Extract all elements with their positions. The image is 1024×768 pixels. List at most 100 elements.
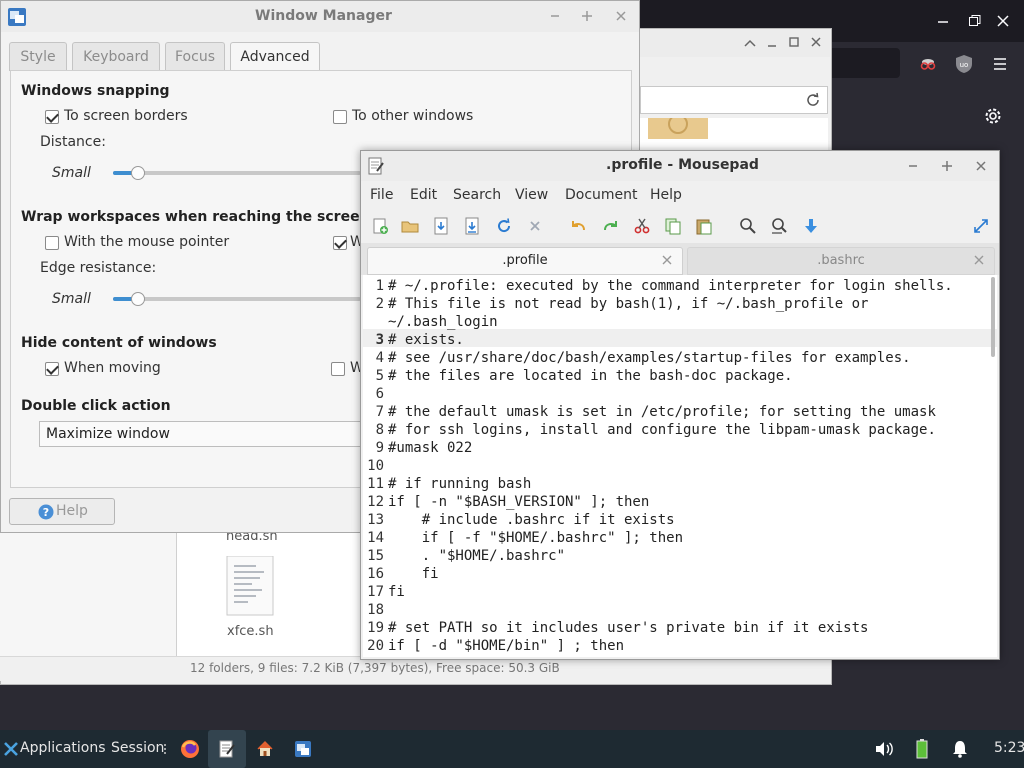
applications-menu-button[interactable]: Applications xyxy=(20,740,106,756)
tab-style[interactable]: Style xyxy=(9,42,67,71)
when-moving-label[interactable]: When moving xyxy=(64,360,161,376)
open-folder-icon[interactable] xyxy=(401,217,419,235)
menu-edit[interactable]: Edit xyxy=(410,187,437,203)
code-line[interactable]: 13 # include .bashrc if it exists xyxy=(363,511,997,529)
volume-icon[interactable] xyxy=(874,741,894,757)
to-other-windows-label[interactable]: To other windows xyxy=(352,108,473,124)
to-other-windows-checkbox[interactable] xyxy=(333,110,347,124)
edge-resistance-slider-handle[interactable] xyxy=(131,292,145,306)
tab-keyboard[interactable]: Keyboard xyxy=(72,42,160,71)
code-line[interactable]: 2 # This file is not read by bash(1), if … xyxy=(363,295,997,313)
code-line[interactable]: 14 if [ -f "$HOME/.bashrc" ]; then xyxy=(363,529,997,547)
mask-icon[interactable] xyxy=(918,54,938,74)
file-name[interactable]: xfce.sh xyxy=(227,624,274,639)
with-mouse-pointer-checkbox[interactable] xyxy=(45,236,59,250)
to-screen-borders-checkbox[interactable] xyxy=(45,110,59,124)
notification-bell-icon[interactable] xyxy=(952,740,968,758)
distance-slider-handle[interactable] xyxy=(131,166,145,180)
to-screen-borders-label[interactable]: To screen borders xyxy=(64,108,188,124)
clock[interactable]: 5:23 xyxy=(994,740,1024,756)
code-line[interactable]: 11 # if running bash xyxy=(363,475,997,493)
maximize-icon[interactable] xyxy=(941,160,953,172)
code-line[interactable]: 19 # set PATH so it includes user's priva… xyxy=(363,619,997,637)
tab-advanced[interactable]: Advanced xyxy=(230,42,320,72)
mousepad-task-button[interactable] xyxy=(208,730,246,768)
menu-search[interactable]: Search xyxy=(453,187,501,203)
save-icon[interactable] xyxy=(432,217,450,235)
code-line[interactable]: 16 fi xyxy=(363,565,997,583)
undo-icon[interactable] xyxy=(570,217,588,235)
tab-profile[interactable]: .profile xyxy=(367,247,683,275)
window-manager-titlebar[interactable]: Window Manager xyxy=(1,1,639,32)
fullscreen-icon[interactable] xyxy=(972,217,990,235)
code-line[interactable]: 3 # exists. xyxy=(363,331,997,349)
battery-icon[interactable] xyxy=(916,739,928,759)
code-line[interactable]: 10 xyxy=(363,457,997,475)
firefox-icon[interactable] xyxy=(180,739,200,759)
close-tab-icon[interactable] xyxy=(662,255,672,265)
mousepad-titlebar[interactable]: .profile - Mousepad xyxy=(361,151,999,181)
with-mouse-pointer-label[interactable]: With the mouse pointer xyxy=(64,234,229,250)
menu-document[interactable]: Document xyxy=(565,187,638,203)
maximize-icon[interactable] xyxy=(581,10,593,22)
find-replace-icon[interactable] xyxy=(770,217,788,235)
folder-icon[interactable] xyxy=(648,118,710,140)
minimize-icon[interactable] xyxy=(744,37,756,49)
code-line[interactable]: 18 xyxy=(363,601,997,619)
minimize-icon[interactable] xyxy=(907,160,919,172)
code-line[interactable]: 6 xyxy=(363,385,997,403)
code-line[interactable]: 12 if [ -n "$BASH_VERSION" ]; then xyxy=(363,493,997,511)
reload-icon[interactable] xyxy=(805,92,821,108)
restore-icon[interactable] xyxy=(968,14,982,28)
minimize-icon[interactable] xyxy=(549,10,561,22)
code-line[interactable]: 7 # the default umask is set in /etc/prof… xyxy=(363,403,997,421)
find-icon[interactable] xyxy=(739,217,757,235)
save-as-icon[interactable] xyxy=(463,217,481,235)
hide-second-option-checkbox[interactable] xyxy=(331,362,345,376)
help-button[interactable]: ? Help xyxy=(9,498,115,525)
redo-icon[interactable] xyxy=(601,217,619,235)
menu-view[interactable]: View xyxy=(515,187,548,203)
home-folder-icon[interactable] xyxy=(256,740,274,758)
script-file-icon[interactable] xyxy=(226,556,274,616)
settings-task-icon[interactable] xyxy=(294,740,312,758)
close-icon[interactable] xyxy=(810,36,822,48)
close-icon[interactable] xyxy=(975,160,987,172)
goto-icon[interactable] xyxy=(802,217,820,235)
code-line[interactable]: 4 # see /usr/share/doc/bash/examples/star… xyxy=(363,349,997,367)
maximize-icon[interactable] xyxy=(788,36,800,48)
wrap-second-option-checkbox[interactable] xyxy=(333,236,347,250)
hamburger-menu-icon[interactable] xyxy=(992,56,1008,72)
distance-slider-track[interactable] xyxy=(113,171,361,175)
location-bar[interactable] xyxy=(640,86,828,114)
tab-focus[interactable]: Focus xyxy=(165,42,225,71)
copy-icon[interactable] xyxy=(664,217,682,235)
minimize-icon[interactable] xyxy=(936,12,950,26)
minimize-icon[interactable] xyxy=(766,37,778,49)
ublock-icon[interactable]: uo xyxy=(954,54,974,74)
new-document-icon[interactable] xyxy=(371,217,389,235)
reload-icon[interactable] xyxy=(495,217,513,235)
tab-bashrc[interactable]: .bashrc xyxy=(687,247,995,275)
when-moving-checkbox[interactable] xyxy=(45,362,59,376)
scrollbar-thumb[interactable] xyxy=(991,277,995,357)
close-tab-icon[interactable] xyxy=(974,255,984,265)
paste-icon[interactable] xyxy=(695,217,713,235)
code-line[interactable]: 5 # the files are located in the bash-doc… xyxy=(363,367,997,385)
text-editor[interactable]: 1 # ~/.profile: executed by the command i… xyxy=(363,275,997,657)
double-click-action-select[interactable]: Maximize window xyxy=(39,421,369,447)
cut-icon[interactable] xyxy=(633,217,651,235)
gear-icon[interactable] xyxy=(983,106,1003,126)
session-menu-button[interactable]: Session xyxy=(111,740,164,756)
code-line[interactable]: 15 . "$HOME/.bashrc" xyxy=(363,547,997,565)
code-line[interactable]: 9 #umask 022 xyxy=(363,439,997,457)
code-line[interactable]: 1 # ~/.profile: executed by the command i… xyxy=(363,277,997,295)
close-icon[interactable] xyxy=(996,14,1010,28)
menu-help[interactable]: Help xyxy=(650,187,682,203)
menu-file[interactable]: File xyxy=(370,187,393,203)
close-document-icon[interactable] xyxy=(526,217,544,235)
code-line[interactable]: 17 fi xyxy=(363,583,997,601)
xfce-logo-icon[interactable] xyxy=(3,741,19,757)
close-icon[interactable] xyxy=(615,10,627,22)
edge-resistance-slider-track[interactable] xyxy=(113,297,361,301)
